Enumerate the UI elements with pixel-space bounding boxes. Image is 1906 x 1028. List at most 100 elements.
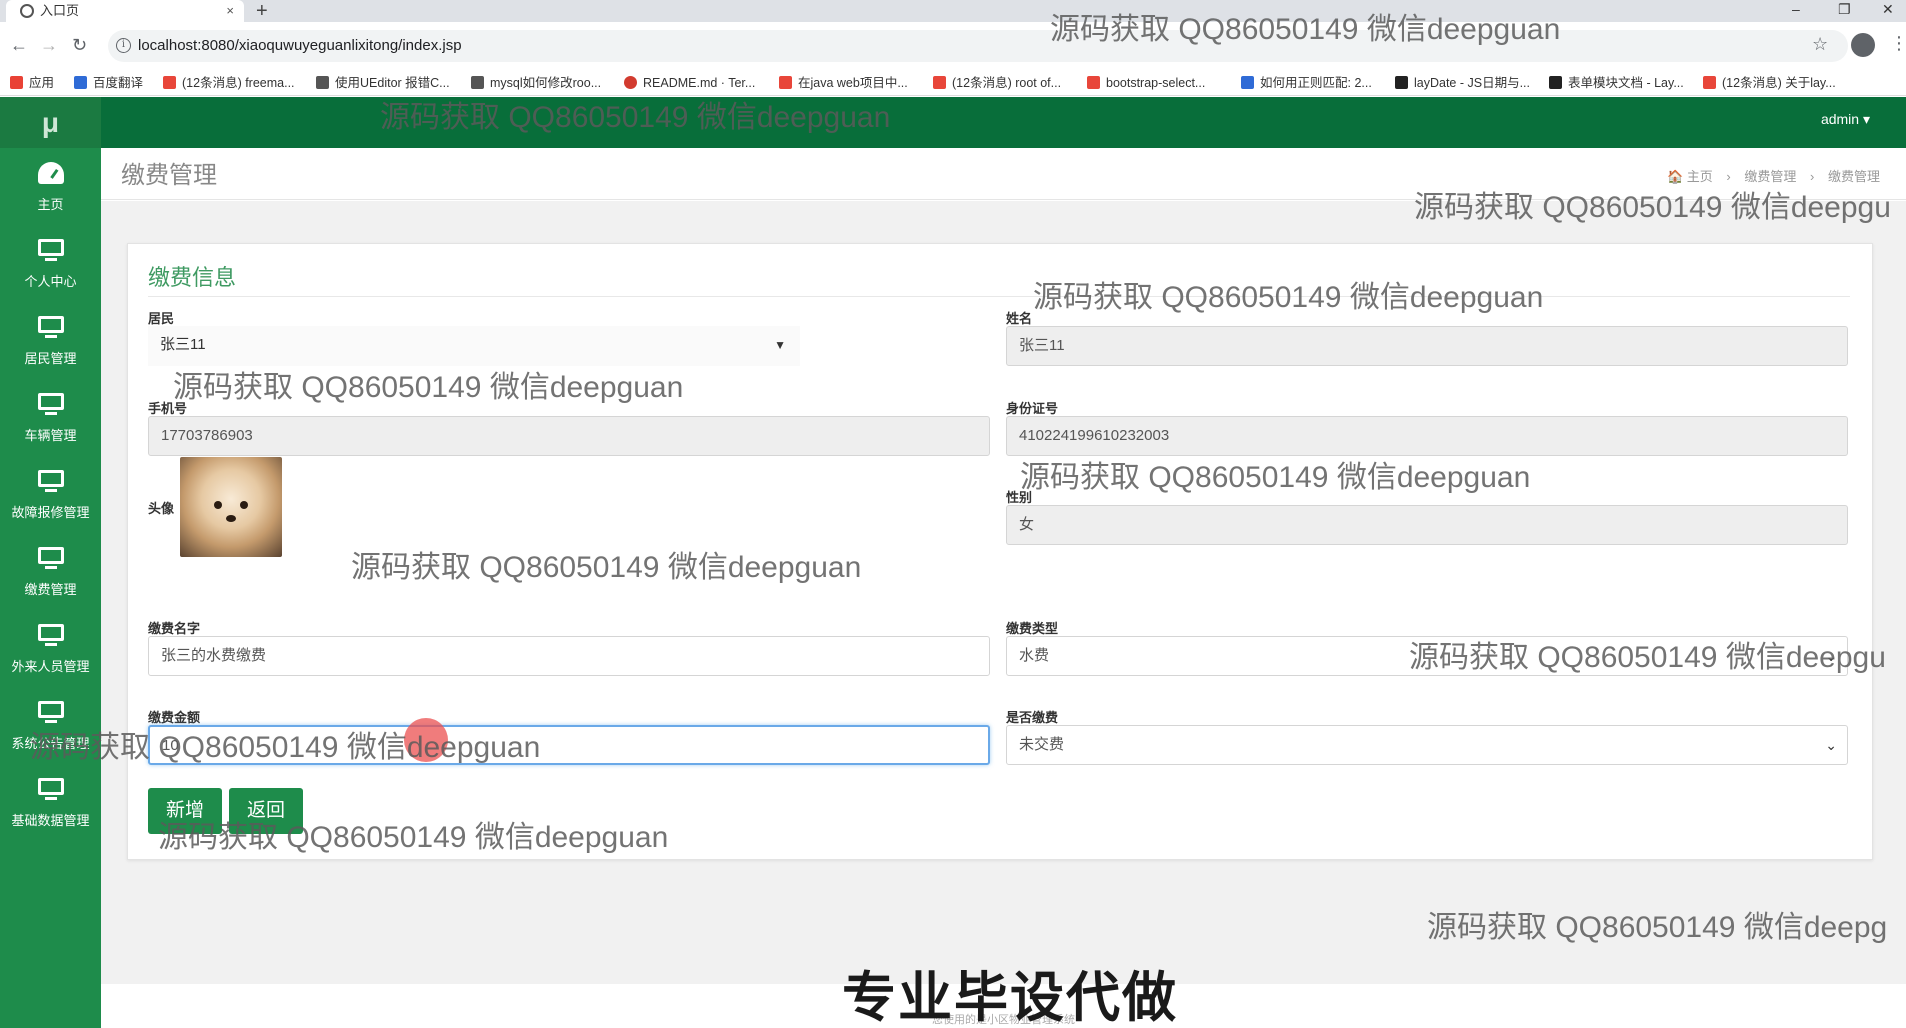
bookmark-item[interactable]: 百度翻译 xyxy=(74,70,143,95)
watermark: 源码获取 QQ86050149 微信deepg xyxy=(1427,911,1888,944)
browser-toolbar: ← → ↻ i localhost:8080/xiaoquwuyeguanlix… xyxy=(0,22,1906,70)
gender-field[interactable]: 女 xyxy=(1006,505,1848,545)
bookmark-favicon xyxy=(1087,76,1100,89)
monitor-icon xyxy=(37,547,64,569)
sidebar-item-vehicles[interactable]: 车辆管理 xyxy=(0,379,101,456)
caret-down-icon: ▼ xyxy=(774,338,786,352)
chevron-down-icon: ⌄ xyxy=(1825,737,1837,753)
watermark: 源码获取 QQ86050149 微信deepguan xyxy=(1020,461,1531,494)
sidebar-item-profile[interactable]: 个人中心 xyxy=(0,225,101,302)
browser-menu-icon[interactable]: ⋮ xyxy=(1890,33,1906,54)
profile-avatar-icon[interactable] xyxy=(1851,33,1875,57)
sidebar-item-label: 故障报修管理 xyxy=(11,505,90,520)
new-tab-button[interactable]: + xyxy=(256,0,268,22)
content-area: 缴费信息 居民 张三11 ▼ 手机号 17703786903 头像 缴费名字 张… xyxy=(101,201,1906,984)
bookmarks-bar: 应用 百度翻译 (12条消息) freema... 使用UEditor 报错C.… xyxy=(0,70,1906,96)
monitor-icon xyxy=(37,624,64,646)
avatar-label: 头像 xyxy=(148,501,175,516)
name-label: 姓名 xyxy=(1006,311,1033,326)
sidebar: μ 主页 个人中心 居民管理 车辆管理 故障报修管理 缴费管理 外来人员管理 系… xyxy=(0,97,101,1028)
monitor-icon xyxy=(37,393,64,415)
divider xyxy=(148,296,1850,297)
close-window-icon[interactable]: ✕ xyxy=(1882,0,1894,18)
sidebar-item-home[interactable]: 主页 xyxy=(0,148,101,225)
browser-tab[interactable]: 入口页 × xyxy=(6,0,244,22)
info-icon[interactable]: i xyxy=(116,38,131,53)
sidebar-item-label: 主页 xyxy=(37,197,64,212)
watermark: 源码获取 QQ86050149 微信deepguan xyxy=(351,551,862,584)
sidebar-item-label: 个人中心 xyxy=(24,274,77,289)
forward-arrow-icon[interactable]: → xyxy=(40,35,58,56)
bookmark-favicon xyxy=(1241,76,1254,89)
bookmark-item[interactable]: 表单模块文档 - Lay... xyxy=(1549,70,1684,95)
resident-select[interactable]: 张三11 ▼ xyxy=(148,326,800,366)
bookmark-favicon xyxy=(624,76,637,89)
sidebar-item-base-data[interactable]: 基础数据管理 xyxy=(0,764,101,841)
avatar-image[interactable] xyxy=(180,457,282,557)
paid-status-label: 是否缴费 xyxy=(1006,710,1059,725)
bookmark-star-icon[interactable]: ☆ xyxy=(1812,34,1828,55)
fee-name-input[interactable]: 张三的水费缴费 xyxy=(148,636,990,676)
monitor-icon xyxy=(37,239,64,261)
watermark: 源码获取 QQ86050149 微信deepguan xyxy=(1050,13,1561,46)
reload-icon[interactable]: ↻ xyxy=(72,35,87,56)
bookmark-item[interactable]: (12条消息) root of... xyxy=(933,70,1061,95)
sidebar-item-visitors[interactable]: 外来人员管理 xyxy=(0,610,101,687)
sidebar-item-label: 缴费管理 xyxy=(24,582,77,597)
monitor-icon xyxy=(37,778,64,800)
restore-icon[interactable]: ❐ xyxy=(1838,0,1851,18)
app-root: μ 主页 个人中心 居民管理 车辆管理 故障报修管理 缴费管理 外来人员管理 系… xyxy=(0,97,1906,1028)
user-dropdown[interactable]: admin ▾ xyxy=(1821,97,1870,142)
form-title: 缴费信息 xyxy=(148,265,237,290)
bookmark-favicon xyxy=(163,76,176,89)
bookmark-favicon xyxy=(933,76,946,89)
bookmark-item[interactable]: bootstrap-select... xyxy=(1087,70,1205,95)
watermark: 源码获取 QQ86050149 微信deepgu xyxy=(1414,191,1891,224)
back-arrow-icon[interactable]: ← xyxy=(10,35,28,56)
bookmark-favicon xyxy=(316,76,329,89)
bookmark-item[interactable]: (12条消息) 关于lay... xyxy=(1703,70,1836,95)
minimize-icon[interactable]: – xyxy=(1792,0,1800,18)
app-logo[interactable]: μ xyxy=(0,97,101,148)
id-number-field[interactable]: 410224199610232003 xyxy=(1006,416,1848,456)
bookmark-item[interactable]: 应用 xyxy=(10,70,54,95)
bookmark-favicon xyxy=(779,76,792,89)
bookmark-item[interactable]: layDate - JS日期与... xyxy=(1395,70,1530,95)
page-title: 缴费管理 xyxy=(121,162,217,189)
paid-status-select[interactable]: 未交费 ⌄ xyxy=(1006,725,1848,765)
bookmark-favicon xyxy=(74,76,87,89)
bookmark-item[interactable]: (12条消息) freema... xyxy=(163,70,295,95)
watermark: 源码获取 QQ86050149 微信deepguan xyxy=(380,101,891,134)
phone-field[interactable]: 17703786903 xyxy=(148,416,990,456)
sidebar-item-payments[interactable]: 缴费管理 xyxy=(0,533,101,610)
bookmark-favicon xyxy=(1703,76,1716,89)
globe-icon xyxy=(20,4,34,18)
watermark: 源码获取 QQ86050149 微信deepgu xyxy=(1409,641,1886,674)
monitor-icon xyxy=(37,701,64,723)
sidebar-item-label: 居民管理 xyxy=(24,351,77,366)
id-number-label: 身份证号 xyxy=(1006,401,1059,416)
watermark: 源码获取 QQ86050149 微信deepguan xyxy=(30,731,541,764)
close-tab-icon[interactable]: × xyxy=(226,0,234,22)
browser-tabstrip: 入口页 × + – ❐ ✕ xyxy=(0,0,1906,22)
bookmark-favicon xyxy=(1395,76,1408,89)
bookmark-favicon xyxy=(471,76,484,89)
sidebar-item-residents[interactable]: 居民管理 xyxy=(0,302,101,379)
promo-banner: 专业毕设代做 xyxy=(842,968,1178,1028)
url-text[interactable]: localhost:8080/xiaoquwuyeguanlixitong/in… xyxy=(138,30,462,62)
watermark: 源码获取 QQ86050149 微信deepguan xyxy=(1033,281,1544,314)
monitor-icon xyxy=(37,316,64,338)
tab-title: 入口页 xyxy=(40,3,80,18)
apps-grid-icon xyxy=(10,76,23,89)
bookmark-item[interactable]: 如何用正则匹配: 2... xyxy=(1241,70,1372,95)
resident-label: 居民 xyxy=(148,311,175,326)
monitor-icon xyxy=(37,470,64,492)
bookmark-favicon xyxy=(1549,76,1562,89)
sidebar-item-label: 车辆管理 xyxy=(24,428,77,443)
sidebar-item-repairs[interactable]: 故障报修管理 xyxy=(0,456,101,533)
top-navbar: admin ▾ xyxy=(101,97,1906,148)
watermark: 源码获取 QQ86050149 微信deepguan xyxy=(158,821,669,854)
address-bar[interactable]: i localhost:8080/xiaoquwuyeguanlixitong/… xyxy=(108,30,1848,62)
name-field[interactable]: 张三11 xyxy=(1006,326,1848,366)
sidebar-item-label: 外来人员管理 xyxy=(11,659,90,674)
